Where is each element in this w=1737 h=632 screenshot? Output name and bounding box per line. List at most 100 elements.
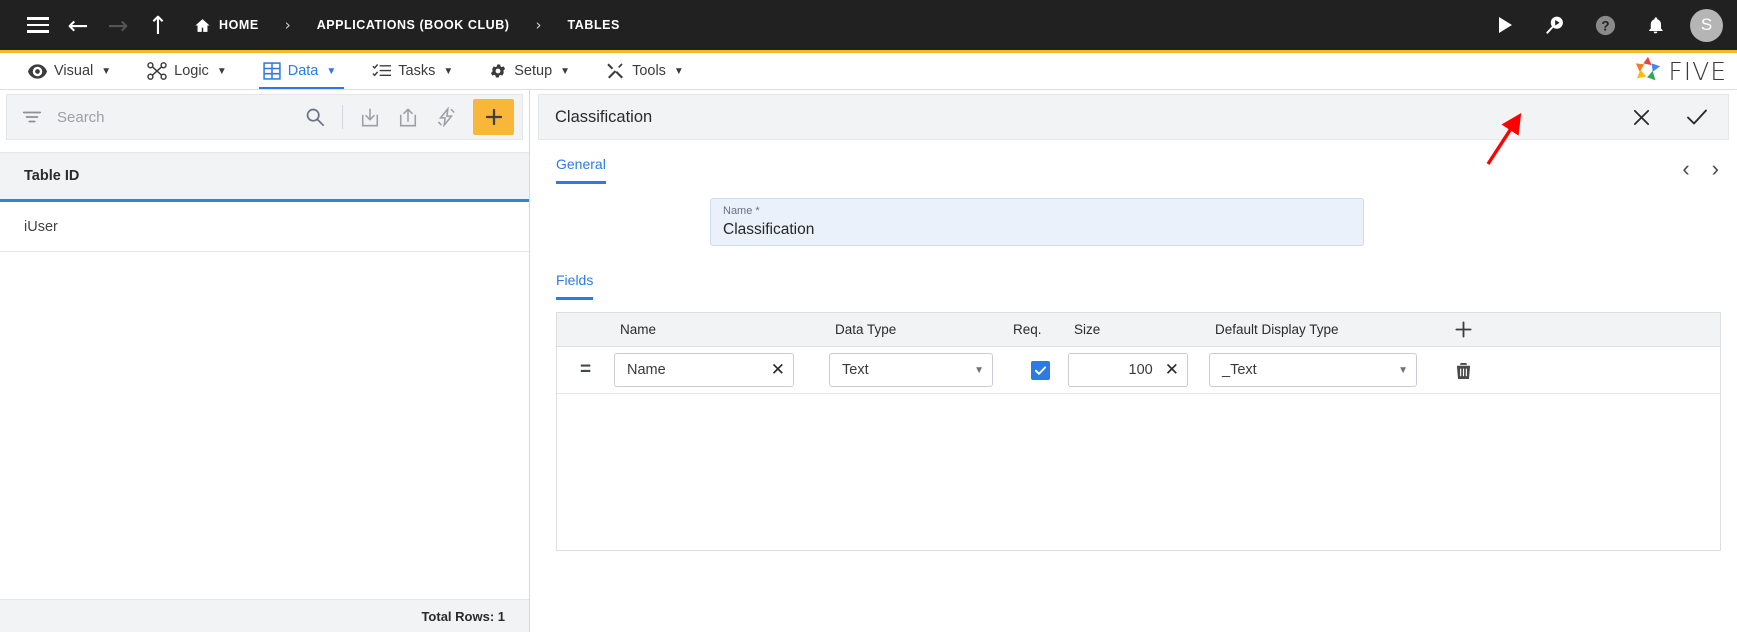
search-icon [306,108,325,127]
help-button[interactable]: ? [1590,10,1620,40]
close-button[interactable] [1628,104,1654,130]
five-logo[interactable]: FIVE [1633,53,1727,89]
menu-item-data[interactable]: Data ▼ [245,53,355,89]
search-play-button[interactable] [1540,10,1570,40]
hamburger-icon [27,17,49,33]
breadcrumb-label-applications: APPLICATIONS (BOOK CLUB) [316,18,510,32]
row-drag-handle[interactable]: = [557,359,614,380]
chevron-down-icon: ▼ [560,65,571,77]
record-pager: ‹ › [1682,158,1719,180]
cell-data-type: Text ▼ [829,353,1013,387]
arrow-up-icon: ↑ [147,10,169,40]
close-icon [1633,109,1649,125]
help-icon: ? [1595,15,1615,35]
required-checkbox[interactable] [1031,360,1050,380]
breadcrumb-item-home[interactable]: HOME [190,17,263,34]
detail-header: Classification [538,94,1729,140]
page-title: Classification [555,107,653,126]
chevron-down-icon[interactable]: ▼ [974,365,984,376]
menu-label-tasks: Tasks [398,63,436,79]
field-name-input[interactable]: Name ✕ [614,353,794,387]
name-field-row: Name * [538,184,1729,246]
main-body: Table ID iUser Total Rows: 1 Classificat… [0,90,1737,632]
next-record-button[interactable]: › [1712,158,1719,180]
run-icon [1499,17,1512,33]
back-button[interactable]: ← [58,5,98,45]
search-input[interactable] [53,108,294,126]
table-grid-icon [263,62,281,80]
filter-icon[interactable] [15,109,49,125]
list-item-label: iUser [24,218,58,235]
breadcrumb-separator: › [535,16,542,34]
gear-icon [489,62,507,80]
default-display-type-select[interactable]: _Text ▼ [1209,353,1417,387]
name-field[interactable]: Name * [710,198,1364,246]
avatar-initial: S [1700,15,1713,34]
breadcrumb: HOME › APPLICATIONS (BOOK CLUB) › TABLES [190,16,624,34]
chevron-down-icon[interactable]: ▼ [1398,365,1408,376]
cell-size: 100 ✕ [1068,353,1209,387]
eye-icon [28,63,47,79]
menu-item-tools[interactable]: Tools ▼ [588,53,702,89]
import-icon [361,108,379,126]
menu-item-tasks[interactable]: Tasks ▼ [354,53,471,89]
tab-fields[interactable]: Fields [556,272,594,300]
menu-item-visual[interactable]: Visual ▼ [10,53,129,89]
column-header-req: Req. [1013,322,1042,337]
list-column-header[interactable]: Table ID [0,152,529,202]
menu-bar: Visual ▼ Logic ▼ Data ▼ Tasks ▼ Setup ▼ … [0,53,1737,89]
checkmark-icon [1034,365,1047,375]
toolbar-divider [342,105,343,129]
data-type-value: Text [842,362,869,378]
user-avatar[interactable]: S [1690,8,1723,42]
add-record-button[interactable] [473,99,514,135]
chevron-down-icon: ▼ [673,65,684,77]
export-icon [399,107,417,126]
hamburger-menu-button[interactable] [18,5,58,45]
cell-required [1013,360,1068,380]
menu-label-logic: Logic [174,63,209,79]
column-header-table-id: Table ID [24,168,80,184]
home-icon [194,17,211,34]
checkmark-icon [1687,109,1707,125]
tables-list-panel: Table ID iUser Total Rows: 1 [0,90,530,632]
add-field-button[interactable] [1435,320,1492,339]
logic-nodes-icon [147,62,167,80]
quick-action-button[interactable] [429,100,463,134]
clear-size-icon[interactable]: ✕ [1159,360,1179,380]
fields-tab-row: Fields [538,246,1729,300]
drag-handle-icon: = [579,359,592,380]
menu-label-data: Data [287,63,319,79]
cell-default-display-type: _Text ▼ [1209,353,1435,387]
menu-label-visual: Visual [54,63,94,79]
export-button[interactable] [391,100,425,134]
arrow-left-icon: ← [67,10,89,40]
breadcrumb-item-tables[interactable]: TABLES [564,18,624,32]
total-rows-label: Total Rows: 1 [421,609,505,624]
search-play-icon [1546,16,1563,34]
column-header-default-display-type: Default Display Type [1215,322,1339,337]
size-input[interactable]: 100 ✕ [1068,353,1188,387]
breadcrumb-item-applications[interactable]: APPLICATIONS (BOOK CLUB) [313,18,514,32]
run-button[interactable] [1490,10,1520,40]
list-item[interactable]: iUser [0,202,529,252]
import-button[interactable] [353,100,387,134]
record-detail-panel: Classification ‹ › General Name * Classi… [530,90,1737,632]
confirm-checkmark-button[interactable] [1684,104,1710,130]
menu-item-setup[interactable]: Setup ▼ [471,53,588,89]
name-input[interactable] [723,218,1351,242]
data-type-select[interactable]: Text ▼ [829,353,993,387]
search-button[interactable] [298,100,332,134]
up-button[interactable]: ↑ [138,5,178,45]
delete-row-button[interactable] [1435,361,1492,380]
plus-icon [485,108,502,126]
clear-name-icon[interactable]: ✕ [765,360,785,380]
menu-item-logic[interactable]: Logic ▼ [129,53,245,89]
five-logo-text: FIVE [1668,56,1727,86]
prev-record-button[interactable]: ‹ [1682,158,1689,180]
chevron-down-icon: ▼ [101,65,112,77]
plus-icon [1455,321,1472,338]
notifications-button[interactable] [1640,10,1670,40]
forward-button[interactable]: → [98,5,138,45]
tab-general[interactable]: General [556,156,606,184]
